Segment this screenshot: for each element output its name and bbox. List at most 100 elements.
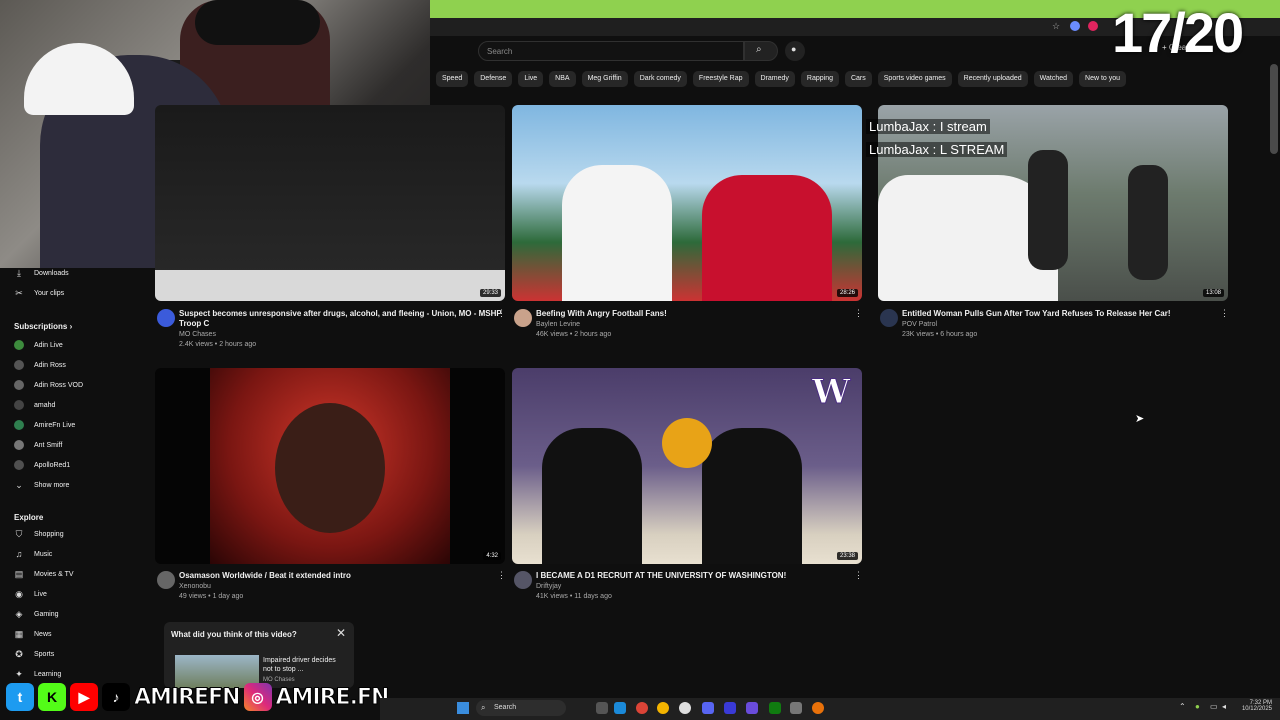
more-options-icon[interactable]: ⋮ [854,308,863,319]
channel-avatar[interactable] [157,571,175,589]
chrome-icon[interactable] [812,702,824,714]
sidebar-item-your-clips[interactable]: ✂ Your clips [14,285,64,301]
sidebar-subscription[interactable]: Adin Live [14,337,63,353]
channel-avatar [14,420,24,430]
clock[interactable]: 7:32 PM 10/12/2025 [1240,700,1272,712]
thumbnail-face [275,403,385,533]
shopping-bag-icon: ⛉ [15,529,23,539]
sidebar-subscription[interactable]: Adin Ross VOD [14,377,83,393]
sidebar-explore-item[interactable]: ◈ Gaming [14,606,59,622]
search-button[interactable]: ⌕ [744,41,778,61]
channel-avatar[interactable] [880,309,898,327]
video-thumbnail[interactable]: 29:33 [155,105,505,301]
voice-search-button[interactable]: ● [785,41,805,61]
sidebar-explore-item[interactable]: ▤ Movies & TV [14,566,74,582]
filter-chip[interactable]: Watched [1033,71,1074,87]
video-thumbnail[interactable]: 13:08 [878,105,1228,301]
channel-name[interactable]: Xenonobu [179,582,211,592]
video-thumbnail[interactable]: 4:32 [155,368,505,564]
sidebar-item-downloads[interactable]: ⤓ Downloads [14,265,69,281]
channel-avatar[interactable] [157,309,175,327]
video-title[interactable]: Beefing With Angry Football Fans! [536,309,667,319]
channel-name[interactable]: POV Patrol [902,320,937,330]
sidebar-subscription[interactable]: Ant Smiff [14,437,62,453]
download-icon: ⤓ [17,268,21,278]
more-options-icon[interactable]: ⋮ [497,308,506,319]
sidebar-explore-item[interactable]: ✪ Sports [14,646,54,662]
sidebar-explore-item[interactable]: ♫ Music [14,546,53,562]
sidebar-item-label: amahd [34,401,56,409]
filter-chip[interactable]: Dark comedy [633,71,687,87]
sidebar-explore-item[interactable]: ◉ Live [14,586,47,602]
video-title[interactable]: Suspect becomes unresponsive after drugs… [179,309,502,329]
more-options-icon[interactable]: ⋮ [854,570,863,581]
channel-avatar [14,440,24,450]
show-more-button[interactable]: ⌄ Show more [14,477,69,493]
video-duration: 13:08 [1202,289,1224,297]
video-title[interactable]: I BECAME A D1 RECRUIT AT THE UNIVERSITY … [536,571,786,581]
filter-chip[interactable]: Rapping [800,71,839,87]
video-title[interactable]: Osamason Worldwide / Beat it extended in… [179,571,351,581]
channel-name[interactable]: Baylen Levine [536,320,580,330]
video-title[interactable]: Entitled Woman Pulls Gun After Tow Yard … [902,309,1171,319]
filter-chip[interactable]: Speed [436,71,469,87]
sidebar-explore-item[interactable]: ⛉ Shopping [14,526,64,542]
sidebar-explore-item[interactable]: ▦ News [14,626,52,642]
more-options-icon[interactable]: ⋮ [1220,308,1229,319]
extension-icon[interactable] [1088,21,1098,31]
xbox-icon[interactable] [769,702,781,714]
filter-chip[interactable]: Defense [474,71,513,87]
feedback-video-title[interactable]: Impaired driver decides not to stop ... [263,656,343,674]
settings-icon[interactable] [790,702,802,714]
channel-avatar[interactable] [514,571,532,589]
chrome-icon[interactable] [636,702,648,714]
video-thumbnail[interactable]: W 23:38 [512,368,862,564]
sidebar-item-label: Live [34,590,47,598]
chat-text: L STREAM [939,142,1005,157]
subscriptions-heading[interactable]: Subscriptions › [14,322,72,331]
feedback-popup: What did you think of this video? ✕ Impa… [164,622,354,688]
sidebar-subscription[interactable]: AmireFn Live [14,417,75,433]
sidebar-item-label: Adin Ross VOD [34,381,84,389]
chevron-up-icon[interactable]: ⌃ [1179,702,1186,711]
search-icon: ⌕ [481,703,486,712]
video-thumbnail[interactable]: 28:26 [512,105,862,301]
filter-chip[interactable]: Cars [844,71,872,87]
filter-chip[interactable]: New to you [1079,71,1127,87]
sidebar-subscription[interactable]: ApolloRed1 [14,457,70,473]
app-icon[interactable] [679,702,691,714]
channel-avatar[interactable] [514,309,532,327]
volume-icon[interactable]: ◂ [1222,702,1226,711]
sidebar-subscription[interactable]: amahd [14,397,55,413]
extension-icon[interactable] [1070,21,1080,31]
youtube-icon: ▶ [70,683,98,711]
search-input[interactable]: Search [478,41,744,61]
channel-name[interactable]: MO Chases [179,330,216,340]
filter-chip[interactable]: Meg Griffin [581,71,628,87]
scrollbar[interactable] [1270,64,1278,154]
task-view-icon[interactable] [596,702,608,714]
discord-icon[interactable] [702,702,714,714]
edge-icon[interactable] [614,702,626,714]
close-icon[interactable]: ✕ [336,626,346,640]
filter-chip[interactable]: Sports video games [877,71,952,87]
tray-icon[interactable]: ● [1195,702,1200,711]
filter-chip[interactable]: Dramedy [754,71,795,87]
filter-chip[interactable]: Freestyle Rap [692,71,749,87]
sidebar-subscription[interactable]: Adin Ross [14,357,66,373]
filter-chip[interactable]: Live [518,71,544,87]
network-icon[interactable]: ▭ [1210,702,1218,711]
chat-user: LumbaJax [869,119,929,134]
app-icon[interactable] [724,702,736,714]
filter-chip[interactable]: NBA [549,71,576,87]
more-options-icon[interactable]: ⋮ [497,570,506,581]
app-icon[interactable] [746,702,758,714]
filter-chip[interactable]: Recently uploaded [957,71,1028,87]
chrome-icon[interactable] [657,702,669,714]
sidebar-item-label: Gaming [34,610,59,618]
taskbar-search[interactable]: ⌕ Search [476,700,566,716]
channel-name[interactable]: Driftyjay [536,582,561,592]
gamepad-icon: ◈ [15,609,23,619]
bookmark-icon[interactable]: ☆ [1052,21,1060,32]
windows-start-icon[interactable] [457,702,469,714]
